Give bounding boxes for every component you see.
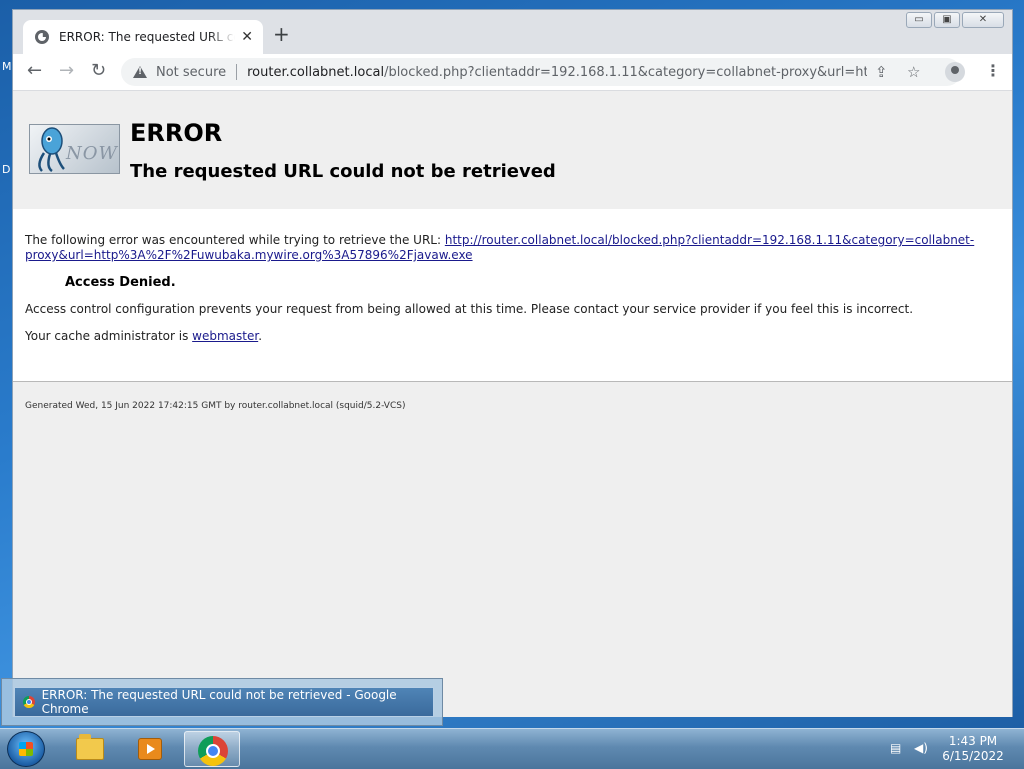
omnibox-divider	[236, 64, 238, 80]
error-url-cont: proxy&url=http%3A%2F%2Fuwubaka.mywire.or…	[25, 248, 473, 262]
security-label[interactable]: Not secure	[156, 65, 226, 80]
share-icon[interactable]: ⇪	[875, 63, 888, 81]
browser-toolbar: ← → ↻ Not secure router.collabnet.local/…	[13, 54, 1012, 91]
folder-icon	[76, 734, 104, 760]
webmaster-link[interactable]: webmaster	[192, 329, 258, 343]
taskbar-media-player[interactable]	[122, 731, 178, 767]
chrome-icon	[198, 736, 228, 766]
tooltip-text: ERROR: The requested URL could not be re…	[41, 688, 397, 716]
squid-logo: NOW	[29, 124, 120, 174]
window-controls: ▭ ▣ ✕	[906, 12, 1004, 28]
media-player-icon	[138, 738, 162, 760]
windows-logo-icon	[19, 742, 33, 756]
access-denied: Access Denied.	[65, 275, 176, 290]
taskbar-explorer[interactable]	[62, 731, 118, 767]
bottom-divider	[13, 381, 1012, 382]
system-clock[interactable]: 1:43 PM 6/15/2022	[940, 734, 1006, 764]
chrome-small-icon	[23, 696, 35, 708]
start-button[interactable]	[7, 731, 45, 767]
taskbar-preview-tooltip[interactable]: ERROR: The requested URL could not be re…	[1, 678, 443, 726]
window-close-button[interactable]: ✕	[962, 12, 1004, 28]
clock-time: 1:43 PM	[948, 734, 998, 748]
chrome-window: ▭ ▣ ✕ ERROR: The requested URL could not…	[12, 9, 1013, 717]
admin-line: Your cache administrator is webmaster.	[25, 329, 262, 343]
admin-prefix: Your cache administrator is	[25, 329, 193, 343]
back-button[interactable]: ←	[27, 61, 42, 81]
url-text[interactable]: router.collabnet.local/blocked.php?clien…	[247, 65, 867, 80]
admin-suffix: .	[258, 329, 263, 343]
page-subtitle: The requested URL could not be retrieved	[130, 161, 556, 182]
minimize-button[interactable]: ▭	[906, 12, 932, 28]
bookmark-star-icon[interactable]: ☆	[907, 63, 920, 81]
page-title: ERROR	[130, 119, 223, 147]
logo-text: NOW	[66, 143, 119, 164]
volume-icon[interactable]: ◀)	[914, 741, 930, 755]
network-icon[interactable]: ▤	[890, 741, 906, 755]
error-header: NOW ERROR The requested URL could not be…	[13, 91, 1012, 209]
browser-tab[interactable]: ERROR: The requested URL could not be re…	[23, 20, 263, 54]
warning-icon[interactable]	[133, 66, 147, 78]
page-content: NOW ERROR The requested URL could not be…	[13, 91, 1012, 717]
taskbar-chrome[interactable]	[184, 731, 240, 767]
reload-button[interactable]: ↻	[91, 61, 106, 81]
error-url-link[interactable]: http://router.collabnet.local/blocked.ph…	[445, 233, 974, 247]
desktop-label-2: D	[2, 163, 11, 176]
taskbar: ▤ ◀) 1:43 PM 6/15/2022	[0, 728, 1024, 769]
page-footer: Generated Wed, 15 Jun 2022 17:42:15 GMT …	[25, 401, 406, 411]
url-host: router.collabnet.local	[247, 64, 385, 80]
error-intro: The following error was encountered whil…	[25, 233, 974, 247]
error-body: The following error was encountered whil…	[13, 209, 1012, 381]
clock-date: 6/15/2022	[942, 749, 1004, 763]
desktop-label-1: M	[2, 60, 12, 73]
error-explanation: Access control configuration prevents yo…	[25, 302, 914, 316]
globe-icon	[35, 30, 49, 44]
chrome-menu-icon[interactable]: ⋮	[985, 61, 1001, 80]
tooltip-entry[interactable]: ERROR: The requested URL could not be re…	[14, 687, 434, 717]
maximize-button[interactable]: ▣	[934, 12, 960, 28]
profile-avatar-icon[interactable]	[945, 62, 965, 82]
address-bar[interactable]: Not secure router.collabnet.local/blocke…	[121, 58, 961, 86]
url-path: /blocked.php?clientaddr=192.168.1.11&cat…	[384, 64, 868, 80]
tab-title: ERROR: The requested URL could not be re…	[59, 30, 235, 44]
intro-text: The following error was encountered whil…	[25, 233, 445, 247]
forward-button[interactable]: →	[59, 61, 74, 81]
error-url-link-cont[interactable]: proxy&url=http%3A%2F%2Fuwubaka.mywire.or…	[25, 248, 473, 262]
new-tab-button[interactable]: +	[273, 24, 290, 44]
tab-close-icon[interactable]: ✕	[241, 29, 253, 45]
